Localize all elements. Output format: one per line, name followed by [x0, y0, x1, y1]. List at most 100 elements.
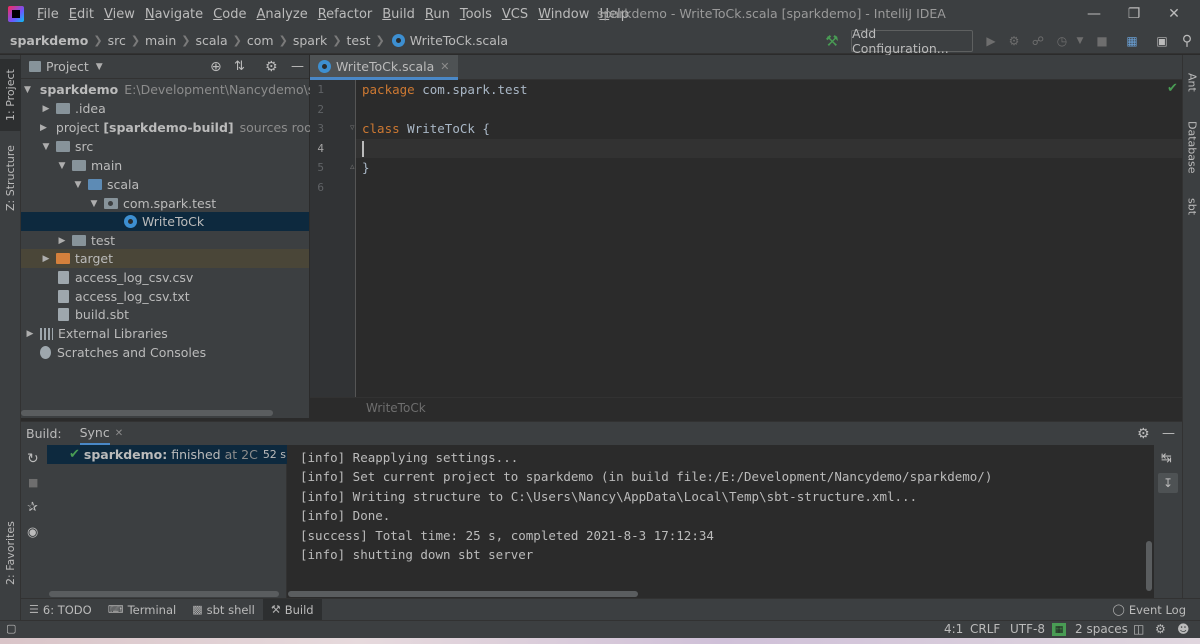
- tree-item-scratches[interactable]: Scratches and Consoles: [21, 343, 309, 362]
- git-icon[interactable]: ⚙: [1155, 622, 1166, 636]
- tree-item-writetock[interactable]: WriteToCk: [21, 212, 309, 231]
- chevron-down-icon[interactable]: ▼: [1072, 33, 1088, 49]
- toggle-tool-windows-icon[interactable]: ▢: [6, 622, 16, 635]
- tab-sync[interactable]: Sync: [79, 422, 110, 446]
- gear-icon[interactable]: ⚙: [265, 59, 278, 75]
- hammer-build-icon[interactable]: ⚒: [824, 32, 840, 50]
- chevron-down-icon[interactable]: ▼: [88, 199, 100, 209]
- menu-run[interactable]: Run: [420, 7, 455, 22]
- hide-panel-icon[interactable]: —: [1162, 426, 1175, 441]
- locate-target-icon[interactable]: ⊕: [210, 59, 222, 75]
- stop-icon[interactable]: ■: [28, 476, 38, 489]
- menu-build[interactable]: Build: [377, 7, 420, 22]
- breadcrumb-file[interactable]: WriteToCk.scala: [410, 33, 508, 48]
- chevron-down-icon[interactable]: ▼: [72, 180, 84, 190]
- editor-breadcrumb[interactable]: WriteToCk: [310, 397, 1182, 418]
- vertical-scrollbar[interactable]: [1146, 541, 1152, 591]
- close-window-icon[interactable]: ✕: [1154, 0, 1194, 28]
- debug-icon[interactable]: ⚙: [1006, 33, 1022, 49]
- ant-tool-tab[interactable]: Ant: [1183, 61, 1200, 103]
- chevron-right-icon[interactable]: ▶: [40, 123, 47, 133]
- sbt-tool-tab[interactable]: sbt: [1183, 191, 1200, 223]
- menu-analyze[interactable]: Analyze: [251, 7, 312, 22]
- minimize-icon[interactable]: —: [1074, 0, 1114, 28]
- scroll-to-end-icon[interactable]: ↧: [1158, 473, 1178, 493]
- stop-icon[interactable]: ■: [1094, 33, 1110, 49]
- caret-position[interactable]: 4:1: [944, 622, 963, 636]
- chevron-down-icon[interactable]: ▼: [24, 85, 31, 95]
- todo-tool-button[interactable]: ☰ 6: TODO: [21, 599, 100, 621]
- tab-writetock-scala[interactable]: WriteToCk.scala ✕: [310, 55, 458, 80]
- check-icon[interactable]: ✔: [1167, 81, 1178, 96]
- tree-item-package[interactable]: ▼ com.spark.test: [21, 194, 309, 213]
- tree-item-project[interactable]: ▶ project [sparkdemo-build] sources root: [21, 118, 317, 137]
- restore-icon[interactable]: ❐: [1114, 0, 1154, 28]
- tree-item-csv[interactable]: access_log_csv.csv: [21, 268, 309, 287]
- event-log-button[interactable]: ◯ Event Log: [1105, 599, 1194, 621]
- menu-code[interactable]: Code: [208, 7, 251, 22]
- tree-item-idea[interactable]: ▶ .idea: [21, 99, 309, 118]
- tree-item-build-sbt[interactable]: build.sbt: [21, 305, 309, 324]
- project-structure-icon[interactable]: ▦: [1124, 33, 1140, 49]
- inspection-icon[interactable]: ☻: [1177, 622, 1190, 636]
- indent-setting[interactable]: 2 spaces: [1075, 622, 1128, 636]
- chevron-down-icon[interactable]: ▼: [96, 62, 103, 72]
- menu-tools[interactable]: Tools: [455, 7, 497, 22]
- close-tab-icon[interactable]: ✕: [115, 428, 123, 439]
- breadcrumb-spark[interactable]: spark: [293, 33, 328, 48]
- search-icon[interactable]: ⚲: [1179, 33, 1195, 49]
- menu-vcs[interactable]: VCS: [497, 7, 533, 22]
- project-tool-tab[interactable]: 1: Project: [0, 59, 21, 131]
- add-configuration-button[interactable]: Add Configuration...: [851, 26, 973, 56]
- code-editor[interactable]: package com.spark.test class WriteToCk {…: [356, 80, 1182, 397]
- breadcrumb-src[interactable]: src: [108, 33, 126, 48]
- build-console[interactable]: [info] Reapplying settings... [info] Set…: [288, 445, 1154, 598]
- close-tab-icon[interactable]: ✕: [440, 60, 449, 73]
- sync-result-row[interactable]: ✔ sparkdemo: finished at 2C 52 s 490 ms: [47, 445, 287, 464]
- chevron-right-icon[interactable]: ▶: [40, 254, 52, 264]
- menu-refactor[interactable]: Refactor: [313, 7, 378, 22]
- menu-file[interactable]: File: [32, 7, 64, 22]
- file-encoding[interactable]: UTF-8: [1010, 622, 1045, 636]
- chevron-right-icon[interactable]: ▶: [56, 236, 68, 246]
- menu-view[interactable]: View: [99, 7, 140, 22]
- refresh-icon[interactable]: ↻: [27, 451, 39, 467]
- horizontal-scrollbar[interactable]: [49, 591, 279, 597]
- lock-icon[interactable]: ◫: [1133, 622, 1144, 636]
- fold-marker-icon[interactable]: ▿: [350, 123, 355, 133]
- coverage-icon[interactable]: ☍: [1030, 33, 1046, 49]
- project-view-dropdown[interactable]: Project: [46, 59, 89, 74]
- tree-item-scala[interactable]: ▼ scala: [21, 175, 309, 194]
- horizontal-scrollbar[interactable]: [21, 410, 273, 416]
- pin-icon[interactable]: ✰: [27, 500, 38, 515]
- tree-item-src[interactable]: ▼ src: [21, 137, 309, 156]
- database-tool-tab[interactable]: Database: [1183, 113, 1200, 181]
- collapse-all-icon[interactable]: ⇅: [234, 59, 245, 74]
- breadcrumb-main[interactable]: main: [145, 33, 176, 48]
- sbt-shell-tool-button[interactable]: ▩ sbt shell: [184, 599, 263, 621]
- module-type-icon[interactable]: ▦: [1052, 623, 1066, 636]
- build-tool-button[interactable]: ⚒ Build: [262, 598, 322, 621]
- tree-item-txt[interactable]: access_log_csv.txt: [21, 287, 309, 306]
- favorites-tool-tab[interactable]: 2: Favorites: [0, 513, 21, 593]
- profile-icon[interactable]: ◷: [1054, 33, 1070, 49]
- breadcrumb-sparkdemo[interactable]: sparkdemo: [10, 33, 88, 48]
- breadcrumb-scala[interactable]: scala: [195, 33, 227, 48]
- menu-navigate[interactable]: Navigate: [140, 7, 208, 22]
- tree-item-sparkdemo[interactable]: ▼ sparkdemo E:\Development\Nancydemo\spa…: [21, 80, 335, 99]
- chevron-down-icon[interactable]: ▼: [56, 161, 68, 171]
- chevron-right-icon[interactable]: ▶: [24, 329, 36, 339]
- tree-item-main[interactable]: ▼ main: [21, 156, 309, 175]
- run-icon[interactable]: ▶: [983, 33, 999, 49]
- chevron-right-icon[interactable]: ▶: [40, 104, 52, 114]
- horizontal-scrollbar[interactable]: [288, 591, 638, 597]
- menu-window[interactable]: Window: [533, 7, 594, 22]
- breadcrumb-com[interactable]: com: [247, 33, 274, 48]
- tree-item-external-libraries[interactable]: ▶ External Libraries: [21, 324, 309, 343]
- terminal-tool-button[interactable]: ⌨ Terminal: [100, 599, 185, 621]
- line-separator[interactable]: CRLF: [970, 622, 1000, 636]
- presentation-icon[interactable]: ▣: [1154, 33, 1170, 49]
- soft-wrap-icon[interactable]: ↹: [1161, 451, 1172, 466]
- tree-item-target[interactable]: ▶ target: [21, 249, 309, 268]
- menu-edit[interactable]: Edit: [64, 7, 99, 22]
